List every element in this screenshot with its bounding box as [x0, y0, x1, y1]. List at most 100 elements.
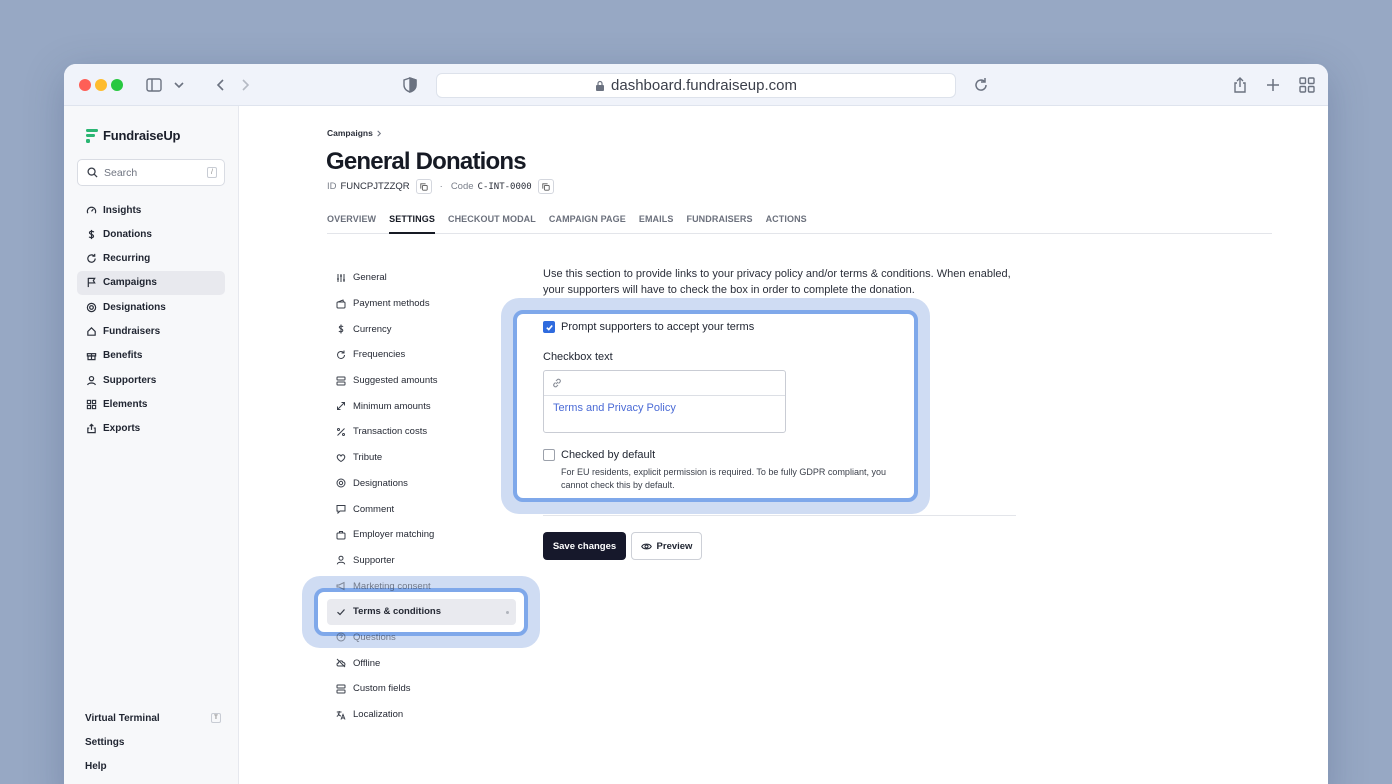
settings-item-marketing-consent[interactable]: Marketing consent: [327, 573, 527, 599]
breadcrumb: Campaigns: [327, 128, 382, 138]
sidebar-item-settings[interactable]: Settings: [77, 730, 225, 754]
save-changes-button[interactable]: Save changes: [543, 532, 626, 560]
reload-icon[interactable]: [971, 75, 991, 95]
checkbox-text-value[interactable]: Terms and Privacy Policy: [544, 396, 785, 420]
checkmark-icon: [545, 324, 553, 331]
new-tab-icon[interactable]: [1263, 75, 1283, 95]
tab-actions[interactable]: ACTIONS: [766, 204, 807, 234]
sidebar-item-benefits[interactable]: Benefits: [77, 344, 225, 368]
settings-item-transaction-costs[interactable]: Transaction costs: [327, 419, 527, 445]
settings-item-label: Offline: [353, 657, 381, 669]
main-nav: Insights Donations Recurring Campaigns D…: [77, 198, 225, 441]
sidebar-item-label: Elements: [103, 398, 148, 410]
settings-item-supporter[interactable]: Supporter: [327, 548, 527, 574]
heart-icon: [336, 453, 346, 462]
zoom-window-button[interactable]: [111, 79, 123, 91]
translate-icon: [336, 710, 346, 720]
back-icon[interactable]: [211, 75, 231, 95]
sidebar-item-designations[interactable]: Designations: [77, 295, 225, 319]
target-icon: [86, 302, 97, 312]
preview-button[interactable]: Preview: [631, 532, 702, 560]
percent-icon: [337, 427, 345, 436]
settings-item-label: Suggested amounts: [353, 375, 438, 387]
sidebar-item-exports[interactable]: Exports: [77, 417, 225, 441]
user-icon: [336, 556, 346, 565]
sidebar-item-label: Recurring: [103, 253, 151, 265]
tab-overview-icon[interactable]: [1297, 75, 1317, 95]
browser-window: dashboard.fundraiseup.com FundraiseUp Se: [64, 64, 1328, 784]
section-description: Use this section to provide links to you…: [543, 268, 1011, 296]
tab-checkout-modal[interactable]: CHECKOUT MODAL: [448, 204, 536, 234]
sidebar-item-virtual-terminal[interactable]: Virtual Terminal T: [77, 706, 225, 730]
close-window-button[interactable]: [79, 79, 91, 91]
tab-campaign-page[interactable]: CAMPAIGN PAGE: [549, 204, 626, 234]
sidebar-item-donations[interactable]: Donations: [77, 222, 225, 246]
tab-emails[interactable]: EMAILS: [639, 204, 674, 234]
settings-item-payment-methods[interactable]: Payment methods: [327, 291, 527, 317]
settings-item-employer-matching[interactable]: Employer matching: [327, 522, 527, 548]
settings-item-suggested-amounts[interactable]: Suggested amounts: [327, 368, 527, 394]
fields-icon: [336, 684, 346, 694]
prompt-terms-checkbox[interactable]: [543, 321, 555, 333]
checked-by-default-checkbox[interactable]: [543, 449, 555, 461]
tab-settings[interactable]: SETTINGS: [389, 204, 435, 234]
sidebar-item-fundraisers[interactable]: Fundraisers: [77, 319, 225, 343]
settings-item-custom-fields[interactable]: Custom fields: [327, 676, 527, 702]
chevron-right-icon: [377, 130, 381, 136]
app-logo[interactable]: FundraiseUp: [86, 128, 180, 143]
chevron-down-icon[interactable]: [169, 75, 189, 95]
sidebar-item-campaigns[interactable]: Campaigns: [77, 270, 225, 295]
settings-item-label: Minimum amounts: [353, 400, 431, 412]
forward-icon[interactable]: [235, 75, 255, 95]
sidebar-toggle-icon[interactable]: [144, 75, 164, 95]
settings-item-label: General: [353, 272, 387, 284]
editor-toolbar: [544, 371, 785, 396]
sidebar-item-label: Supporters: [103, 374, 157, 386]
settings-item-general[interactable]: General: [327, 265, 527, 291]
sidebar-item-label: Donations: [103, 228, 152, 240]
settings-nav: General Payment methods Currency Frequen…: [327, 265, 527, 727]
checkbox-text-field: Checkbox text Terms and Privacy Policy: [543, 351, 786, 433]
settings-item-label: Custom fields: [353, 683, 411, 695]
share-icon[interactable]: [1230, 75, 1250, 95]
copy-icon: [420, 182, 428, 191]
address-bar[interactable]: dashboard.fundraiseup.com: [436, 73, 956, 98]
settings-item-label: Questions: [353, 631, 396, 643]
separator-dot: ·: [439, 181, 443, 192]
tab-overview[interactable]: OVERVIEW: [327, 204, 376, 234]
settings-item-terms-conditions[interactable]: Terms & conditions: [327, 598, 516, 625]
settings-item-currency[interactable]: Currency: [327, 316, 527, 342]
settings-item-localization[interactable]: Localization: [327, 702, 527, 728]
minimize-window-button[interactable]: [95, 79, 107, 91]
settings-item-minimum-amounts[interactable]: Minimum amounts: [327, 393, 527, 419]
settings-item-offline[interactable]: Offline: [327, 650, 527, 676]
sidebar-item-help[interactable]: Help: [77, 754, 225, 778]
tab-fundraisers[interactable]: FUNDRAISERS: [686, 204, 752, 234]
link-icon[interactable]: [551, 377, 563, 389]
copy-code-button[interactable]: [537, 179, 554, 194]
target-icon: [336, 478, 346, 488]
preview-label: Preview: [656, 540, 693, 552]
sidebar-item-insights[interactable]: Insights: [77, 198, 225, 222]
sidebar-item-label: Fundraisers: [103, 325, 161, 337]
settings-item-label: Terms & conditions: [353, 606, 441, 618]
breadcrumb-campaigns-link[interactable]: Campaigns: [327, 128, 373, 138]
settings-item-comment[interactable]: Comment: [327, 496, 527, 522]
code-value: C-INT-0000: [477, 181, 532, 192]
sidebar-item-elements[interactable]: Elements: [77, 392, 225, 416]
copy-id-button[interactable]: [415, 179, 432, 194]
sidebar-item-label: Designations: [103, 301, 166, 313]
search-input[interactable]: Search /: [77, 159, 225, 186]
settings-item-designations[interactable]: Designations: [327, 471, 527, 497]
sidebar-item-supporters[interactable]: Supporters: [77, 368, 225, 392]
fundraiser-icon: [87, 326, 96, 336]
sidebar-item-label: Insights: [103, 204, 142, 216]
settings-item-frequencies[interactable]: Frequencies: [327, 342, 527, 368]
checkbox-text-editor[interactable]: Terms and Privacy Policy: [543, 370, 786, 433]
settings-item-tribute[interactable]: Tribute: [327, 445, 527, 471]
sidebar-item-recurring[interactable]: Recurring: [77, 247, 225, 271]
shield-icon[interactable]: [400, 75, 420, 95]
code-label: Code: [450, 181, 474, 192]
settings-item-label: Frequencies: [353, 349, 406, 361]
settings-item-questions[interactable]: Questions: [327, 625, 527, 651]
